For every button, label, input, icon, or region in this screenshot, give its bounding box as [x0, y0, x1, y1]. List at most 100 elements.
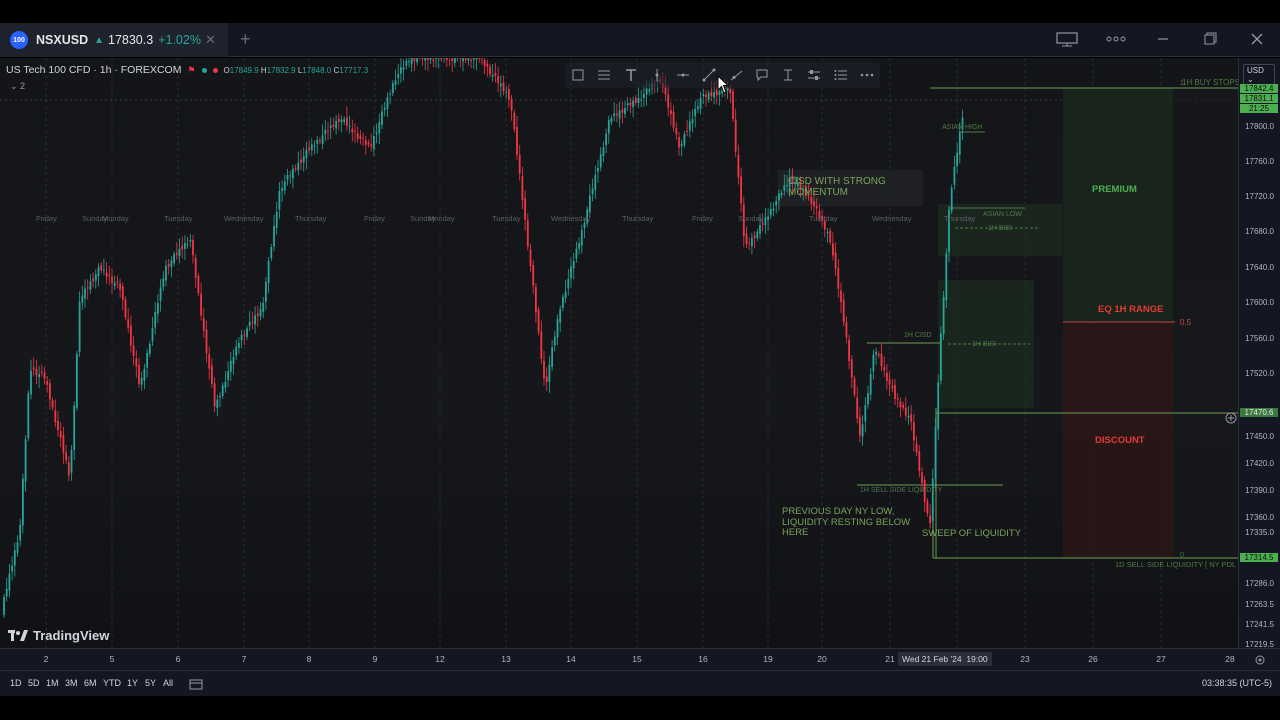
candle-body — [146, 352, 148, 368]
bisi-mid-annotation[interactable]: 1H BISI — [972, 341, 996, 348]
day-label: Tuesday — [492, 214, 521, 223]
price-label: 17420.0 — [1245, 459, 1274, 468]
candle-body — [238, 343, 240, 348]
horizontal-line-icon[interactable] — [673, 65, 693, 85]
eq-range-label[interactable]: EQ 1H RANGE — [1098, 304, 1163, 315]
previous-day-annotation[interactable]: PREVIOUS DAY NY LOW, LIQUIDITY RESTING B… — [782, 506, 922, 539]
callout-icon[interactable] — [752, 65, 772, 85]
candle-body — [232, 357, 235, 364]
more-options-icon[interactable] — [857, 65, 877, 85]
candle-body — [813, 201, 815, 206]
calendar-icon[interactable] — [189, 678, 203, 690]
minimize-icon[interactable] — [1156, 31, 1170, 50]
price-label: 17286.0 — [1245, 579, 1274, 588]
cisd-1h-annotation[interactable]: 1H CISD — [904, 332, 932, 339]
candle-body — [945, 253, 948, 300]
candle-body — [850, 359, 853, 378]
bisi-top-annotation[interactable]: 1H BISI — [988, 225, 1012, 232]
candle-body — [308, 147, 310, 151]
price-label: 17720.0 — [1245, 192, 1274, 201]
legend-title[interactable]: US Tech 100 CFD · 1h · FOREXCOM — [6, 64, 181, 76]
candle-body — [273, 226, 275, 247]
candle-body — [111, 276, 113, 283]
settings-icon[interactable] — [1254, 654, 1266, 666]
sell-side-annotation[interactable]: 1H SELL SIDE LIQUIDITY — [860, 487, 942, 494]
buy-stops-annotation[interactable]: 1H BUY STOPS — [1182, 78, 1238, 87]
range-5d-button[interactable]: 5D — [28, 678, 40, 688]
range-5y-button[interactable]: 5Y — [145, 678, 156, 688]
candle-body — [8, 573, 11, 591]
cisd-annotation[interactable]: CISD WITH STRONG MOMENTUM — [788, 176, 908, 198]
candle-body — [913, 422, 915, 441]
flag-icon[interactable]: ⚑ — [187, 65, 195, 76]
chart-pane[interactable]: US Tech 100 CFD · 1h · FOREXCOM ⚑ O17849… — [0, 58, 1238, 648]
candle-body — [494, 73, 497, 76]
symbol-tab[interactable]: 100 NSXUSD ▲ 17830.3 +1.02% ✕ — [0, 23, 228, 57]
candle-body — [297, 162, 300, 171]
candle-body — [734, 119, 737, 152]
settings-sliders-icon[interactable] — [804, 65, 824, 85]
premium-label[interactable]: PREMIUM — [1092, 184, 1137, 195]
candle-body — [348, 125, 351, 127]
candle-body — [508, 88, 510, 100]
candle-body — [929, 515, 931, 524]
restore-icon[interactable] — [1203, 31, 1217, 50]
candle-body — [59, 431, 62, 438]
candle-body — [151, 328, 154, 341]
candle-body — [135, 358, 138, 367]
candle-body — [834, 252, 837, 269]
discount-label[interactable]: DISCOUNT — [1095, 435, 1145, 446]
eq-level-label: 0.5 — [1180, 318, 1192, 327]
candlestick-chart[interactable] — [0, 58, 1238, 648]
vertical-line-icon[interactable] — [647, 65, 667, 85]
tab-change: +1.02% — [158, 33, 201, 47]
candle-body — [189, 240, 192, 242]
close-window-icon[interactable] — [1250, 31, 1264, 50]
text-tool-icon[interactable] — [621, 65, 641, 85]
fib-tool-icon[interactable] — [594, 65, 614, 85]
list-icon[interactable] — [831, 65, 851, 85]
candle-body — [138, 364, 140, 384]
range-ytd-button[interactable]: YTD — [103, 678, 121, 688]
range-6m-button[interactable]: 6M — [84, 678, 97, 688]
candle-body — [278, 191, 281, 210]
currency-selector[interactable]: USD ⌄ — [1243, 64, 1275, 86]
candle-body — [319, 140, 321, 142]
candle-body — [486, 63, 489, 67]
day-label: Friday — [364, 214, 385, 223]
price-axis[interactable]: USD ⌄ 17842.4 17831.1 21:25 17800.0 1776… — [1238, 58, 1280, 649]
candle-body — [505, 91, 508, 93]
crosshair-plus-icon[interactable] — [1225, 412, 1237, 424]
clock-timezone[interactable]: 03:38:35 (UTC-5) — [1202, 678, 1272, 688]
range-all-button[interactable]: All — [163, 678, 173, 688]
more-icon[interactable] — [1106, 31, 1126, 50]
day-label: Wednesday — [872, 214, 912, 223]
asian-low-annotation[interactable]: ASIAN LOW — [983, 211, 1022, 218]
range-1y-button[interactable]: 1Y — [127, 678, 138, 688]
rectangle-tool-icon[interactable] — [568, 65, 588, 85]
candle-body — [97, 267, 100, 277]
time-axis[interactable]: 2 5 6 7 8 9 12 13 14 15 16 19 20 21 Wed … — [0, 648, 1280, 670]
range-1m-button[interactable]: 1M — [46, 678, 59, 688]
candle-body — [267, 261, 270, 284]
price-tag-top: 17842.4 — [1240, 84, 1278, 93]
candle-body — [292, 168, 294, 179]
close-tab-icon[interactable]: ✕ — [205, 32, 216, 48]
tradingview-watermark[interactable]: TradingView — [8, 628, 109, 643]
candle-body — [572, 261, 575, 269]
layout-icon[interactable] — [1056, 31, 1078, 50]
indicator-collapse[interactable]: ⌄ 2 — [10, 81, 25, 92]
sweep-annotation[interactable]: SWEEP OF LIQUIDITY — [922, 528, 1021, 539]
range-1d-button[interactable]: 1D — [10, 678, 22, 688]
candle-body — [100, 264, 103, 271]
price-range-icon[interactable] — [778, 65, 798, 85]
time-label: 20 — [817, 654, 827, 664]
range-3m-button[interactable]: 3M — [65, 678, 78, 688]
add-tab-button[interactable]: + — [240, 29, 251, 50]
candle-body — [518, 155, 521, 174]
asian-high-annotation[interactable]: ASIAN HIGH — [942, 124, 982, 131]
candle-body — [157, 303, 159, 314]
sell-side-1d-annotation[interactable]: 1D SELL SIDE LIQUIDITY [ NY PDL ] — [1115, 560, 1238, 569]
candle-body — [624, 108, 626, 114]
candle-body — [861, 424, 864, 437]
